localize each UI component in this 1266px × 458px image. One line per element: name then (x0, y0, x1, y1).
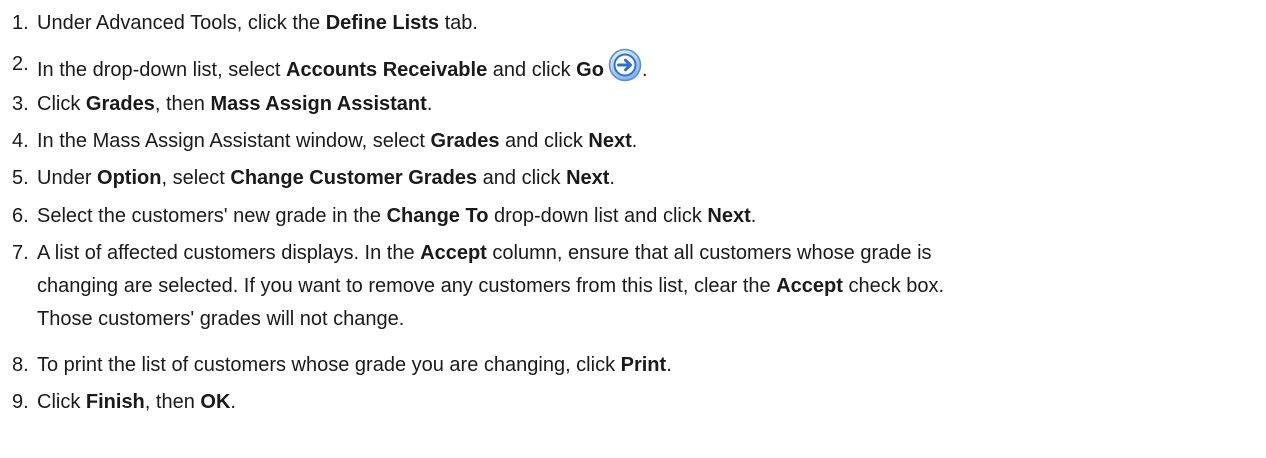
ui-term-accounts-receivable: Accounts Receivable (286, 59, 488, 81)
step-number: 8. (12, 354, 29, 376)
step-text: Click Grades, then Mass Assign Assistant… (37, 88, 1262, 121)
ui-term-mass-assign-assistant: Mass Assign Assistant (210, 93, 427, 115)
ui-term-grades: Grades (85, 93, 155, 115)
step-text-segment: In the drop-down list, select (37, 59, 287, 81)
step-text-segment: . (609, 167, 615, 189)
step-text-segment: check box. (842, 275, 945, 297)
step-text-line: A list of affected customers displays. I… (37, 237, 1262, 270)
step-text-segment: , then (154, 93, 211, 115)
step-text-segment: and click (487, 59, 577, 81)
step-number: 2. (12, 53, 29, 75)
step-text-line: changing are selected. If you want to re… (37, 270, 1262, 303)
step-text-segment: Those customers' grades will not change. (37, 308, 405, 330)
step-text: Select the customers' new grade in the C… (37, 200, 1262, 233)
ui-term-finish: Finish (85, 391, 145, 413)
step-text-segment: To print the list of customers whose gra… (37, 354, 621, 376)
step-text-segment: . (641, 59, 648, 81)
step-text-line: Those customers' grades will not change. (37, 303, 1262, 336)
step-number: 5. (12, 167, 29, 189)
step-text-segment: , then (144, 391, 201, 413)
step-text-segment: and click (499, 130, 589, 152)
step-text: In the drop-down list, select Accounts R… (37, 48, 1262, 87)
step-number: 3. (12, 93, 29, 115)
step-text-segment: A list of affected customers displays. I… (37, 242, 421, 264)
step-text-segment: drop-down list and click (488, 205, 708, 227)
step-text-segment: Under (37, 167, 98, 189)
ui-term-print: Print (620, 354, 667, 376)
step-number: 7. (12, 242, 29, 264)
ui-term-accept: Accept (420, 242, 487, 264)
ui-term-accept: Accept (776, 275, 843, 297)
step-number: 4. (12, 130, 29, 152)
step-text: In the Mass Assign Assistant window, sel… (37, 125, 1262, 158)
step-number: 9. (12, 391, 29, 413)
ui-term-next: Next (566, 167, 610, 189)
ui-term-option: Option (97, 167, 162, 189)
step-text-segment: In the Mass Assign Assistant window, sel… (37, 130, 431, 152)
step-text-segment: Click (37, 391, 86, 413)
ui-term-ok: OK (200, 391, 231, 413)
ui-term-next: Next (707, 205, 751, 227)
ui-term-change-to: Change To (386, 205, 489, 227)
ui-term-go: Go (576, 59, 604, 81)
ui-term-change-customer-grades: Change Customer Grades (230, 167, 478, 189)
go-arrow-icon (608, 48, 642, 82)
step-text: Under Advanced Tools, click the Define L… (37, 7, 1262, 40)
step-text-segment: . (631, 130, 638, 152)
step-text-segment: . (750, 205, 757, 227)
step-text-segment: Click (37, 93, 86, 115)
step-text-segment: changing are selected. If you want to re… (37, 275, 777, 297)
step-text-segment: . (666, 354, 672, 376)
step-text: To print the list of customers whose gra… (37, 349, 1262, 382)
step-text-segment: , select (161, 167, 231, 189)
step-text-segment: tab. (439, 12, 478, 34)
step-text-segment: . (230, 391, 236, 413)
step-number: 6. (12, 205, 29, 227)
step-text-segment: Under Advanced Tools, click the (37, 12, 326, 34)
ui-term-next: Next (588, 130, 632, 152)
step-text-segment: and click (477, 167, 567, 189)
step-text: A list of affected customers displays. I… (37, 237, 1262, 336)
step-text-segment: Select the customers' new grade in the (37, 205, 387, 227)
step-text-segment: column, ensure that all customers whose … (486, 242, 932, 264)
ui-term-define-lists: Define Lists (325, 12, 440, 34)
ui-term-grades: Grades (430, 130, 500, 152)
step-text-segment: . (426, 93, 433, 115)
step-number: 1. (12, 12, 29, 34)
step-text: Under Option, select Change Customer Gra… (37, 162, 1262, 195)
step-text: Click Finish, then OK. (37, 386, 1262, 419)
